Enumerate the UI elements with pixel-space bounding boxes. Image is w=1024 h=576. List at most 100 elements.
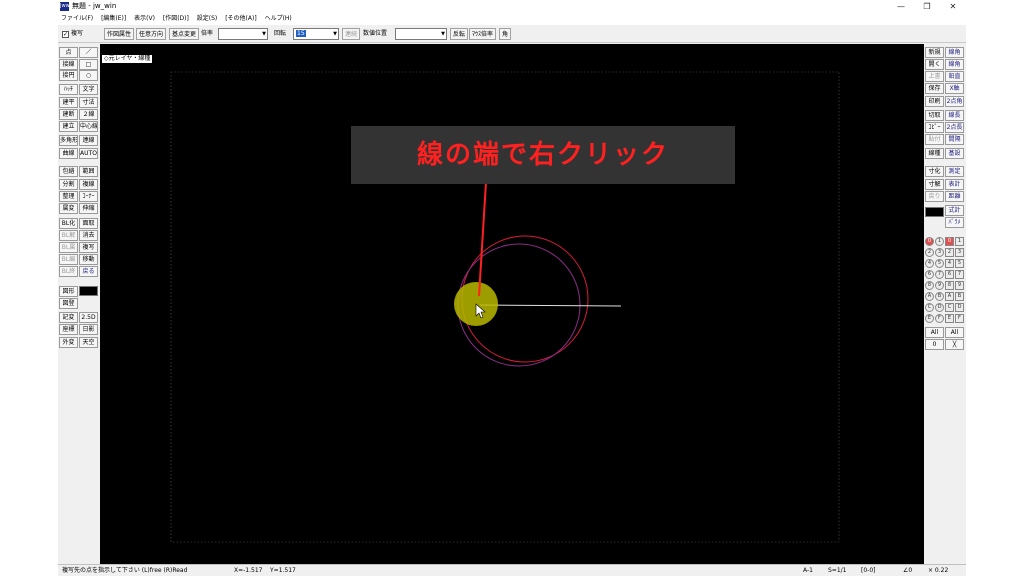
left-tool-button[interactable]: □ [79,59,98,70]
layer-zero-button[interactable]: 0 [925,339,944,350]
left-tool-button[interactable]: ２線 [79,109,98,120]
right-tool-button[interactable]: 保存 [925,83,944,94]
right-tool-button[interactable]: 式計 [945,205,964,216]
layer-button[interactable]: 5 [955,259,964,268]
bairitsu-combo[interactable]: ▼ [218,28,268,40]
menu-edit[interactable]: [編集(E)] [98,13,129,25]
right-tool-button[interactable]: 2点長 [945,122,964,133]
left-tool-button[interactable]: ○ [79,70,98,81]
left-tool-button[interactable]: 複写 [79,242,98,253]
left-tool-button[interactable]: 属変 [59,203,78,214]
layer-button[interactable]: 6 [945,270,954,279]
right-tool-button[interactable]: 基設 [945,148,964,159]
left-tool-button[interactable]: 整理 [59,191,78,202]
left-tool-button[interactable]: 座標 [59,324,78,335]
minimize-icon[interactable]: — [888,0,914,13]
menu-help[interactable]: ヘルプ(H) [262,13,295,25]
left-tool-button[interactable]: 中心線 [79,121,98,132]
left-tool-button[interactable]: 2.5D [79,312,98,323]
suuchi-combo[interactable]: ▼ [395,28,447,40]
menu-file[interactable]: ファイル(F) [58,13,96,25]
right-tool-button[interactable]: 線角 [945,47,964,58]
layer-group-button[interactable]: 9 [935,281,944,290]
layer-button[interactable]: 2 [945,248,954,257]
right-tool-button[interactable]: 切取 [925,110,944,121]
kiten-henkou-button[interactable]: 基点変更 [169,28,200,40]
layer-all-right-button[interactable]: All [945,327,964,338]
right-tool-button[interactable]: 距離 [945,191,964,202]
right-tool-button[interactable]: 貼付 [925,134,944,145]
layer-group-button[interactable]: 2 [925,248,934,257]
layer-button[interactable]: 9 [955,281,964,290]
layer-button[interactable]: A [945,292,954,301]
left-tool-button[interactable]: ｺｰﾅｰ [79,191,98,202]
left-tool-button[interactable]: BL属 [59,242,78,253]
right-tool-button[interactable]: 表計 [945,179,964,190]
drawing-canvas[interactable]: ◇元レイヤ・線種 線の端で右クリック [100,44,924,564]
right-tool-button[interactable]: 戻り [925,191,944,202]
left-tool-button[interactable]: 包絡 [59,166,78,177]
nini-houkou-button[interactable]: 任意方向 [136,28,167,40]
layer-x-mark-button[interactable]: ╳ [945,339,964,350]
left-tool-button[interactable]: 複線 [79,179,98,190]
paper-size-indicator[interactable]: A-1 [803,565,813,576]
maximize-icon[interactable]: ❐ [914,0,940,13]
right-tool-button[interactable]: 線長 [945,110,964,121]
layer-button[interactable]: E [945,314,954,323]
right-tool-button[interactable]: 2点角 [945,96,964,107]
left-tool-button[interactable]: ／ [79,47,98,58]
left-tool-button[interactable]: 点 [59,47,78,58]
canvas-svg[interactable] [100,44,924,564]
layer-group-button[interactable]: 7 [935,270,944,279]
angle-indicator[interactable]: ∠0 [903,565,912,576]
right-tool-button[interactable]: 寸化 [925,166,944,177]
layer-button[interactable]: C [945,303,954,312]
left-tool-button[interactable]: 面取 [79,218,98,229]
layer-group-button[interactable]: E [925,314,934,323]
left-tool-button[interactable]: BL解 [59,230,78,241]
layer-group-button[interactable]: D [935,303,944,312]
left-tool-button[interactable]: 曲線 [59,148,78,159]
layer-group-button[interactable]: 5 [935,259,944,268]
layer-group-button[interactable]: 3 [935,248,944,257]
zoom-indicator[interactable]: × 0.22 [928,565,948,576]
left-tool-button[interactable]: 消去 [79,230,98,241]
left-tool-button[interactable]: 日影 [79,324,98,335]
left-tool-button[interactable]: 外変 [59,337,78,348]
right-tool-button[interactable]: 間隔 [945,134,964,145]
layer-group-button[interactable]: 0 [925,237,934,246]
right-tool-button[interactable]: 鉛直 [945,71,964,82]
kaku-button[interactable]: 角 [499,28,512,40]
menu-draw[interactable]: [作図(D)] [160,13,192,25]
layer-group-button[interactable]: A [925,292,934,301]
left-tool-button[interactable]: 建断 [59,109,78,120]
kaiten-combo[interactable]: 15 ▼ [293,28,339,40]
hanten-button[interactable]: 反転 [450,28,469,40]
menu-other[interactable]: [その他(A)] [222,13,259,25]
menu-settings[interactable]: 設定(S) [194,13,221,25]
menu-view[interactable]: 表示(V) [131,13,158,25]
left-tool-button[interactable]: 戻る [79,266,98,277]
left-tool-button[interactable]: AUTO [79,148,98,159]
layer-button[interactable]: F [955,314,964,323]
left-tool-button[interactable]: 移動 [79,254,98,265]
left-tool-button[interactable]: 建平 [59,97,78,108]
layer-group-button[interactable]: F [935,314,944,323]
left-tool-button[interactable]: BL編 [59,254,78,265]
scale-indicator[interactable]: S=1/1 [828,565,847,576]
layer-group-button[interactable]: 6 [925,270,934,279]
mouse-bairitsu-button[interactable]: ﾏｳｽ倍率 [469,28,497,40]
layer-button[interactable]: 8 [945,281,954,290]
fukusha-checkbox[interactable]: ✓ 複写 [62,28,83,40]
left-tool-button[interactable]: BL終 [59,266,78,277]
right-tool-button[interactable]: 線種 [925,148,944,159]
layer-group-button[interactable]: B [935,292,944,301]
layer-button[interactable]: 4 [945,259,954,268]
left-tool-button[interactable]: 接線 [59,59,78,70]
close-icon[interactable]: ✕ [940,0,966,13]
left-tool-button[interactable]: 建立 [59,121,78,132]
right-tool-button[interactable]: 測定 [945,166,964,177]
sakuzu-zokusei-button[interactable]: 作図属性 [104,28,135,40]
left-tool-button[interactable]: 図形 [59,286,78,297]
right-tool-button[interactable]: 印刷 [925,96,944,107]
